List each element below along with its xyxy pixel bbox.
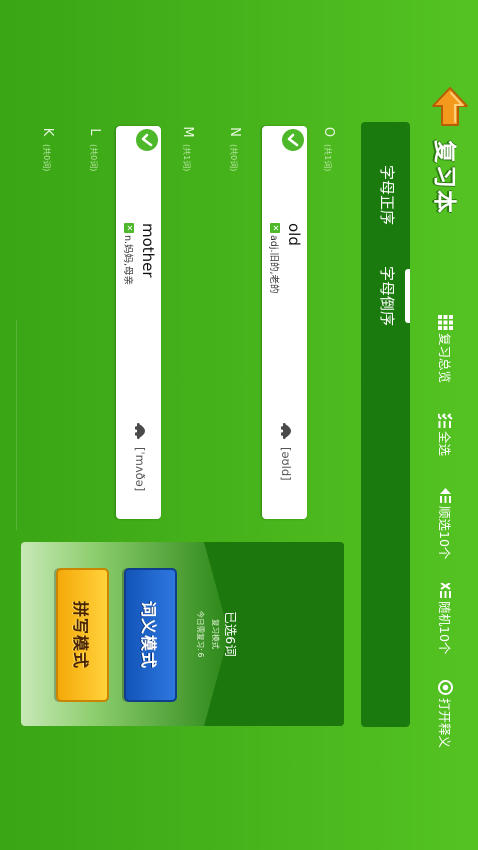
review-book-screen: 复习本 复习总览 全选 顺选10个 随机10个 打开释义 字母正序 字母倒序 O… bbox=[0, 0, 478, 850]
sequence-select-button[interactable]: 顺选10个 bbox=[434, 488, 458, 559]
scrollbar-track[interactable] bbox=[16, 320, 17, 530]
word-text: mother bbox=[139, 223, 157, 278]
mode-subtitle: 复习模式 bbox=[211, 619, 220, 649]
select-all-icon bbox=[438, 413, 454, 428]
check-icon bbox=[287, 133, 299, 147]
word-meaning: ✕ adj.旧的,老的 bbox=[268, 223, 282, 294]
toolbar-label: 顺选10个 bbox=[437, 506, 453, 560]
letter-label: K bbox=[40, 127, 55, 137]
select-all-button[interactable]: 全选 bbox=[434, 413, 458, 456]
phonetic-text: [əʊld] bbox=[279, 447, 293, 481]
phonetic-text: [ˈmʌðə] bbox=[133, 447, 147, 492]
letter-group-o[interactable]: O (共1词) bbox=[308, 125, 336, 245]
letter-count: (共0词) bbox=[42, 144, 51, 172]
today-review-label: 今日需复习: bbox=[196, 610, 205, 651]
letter-group-k[interactable]: K (共0词) bbox=[27, 125, 55, 245]
word-checkbox[interactable] bbox=[282, 129, 304, 151]
sort-tabs: 字母正序 字母倒序 bbox=[361, 122, 410, 727]
today-review-count: 6 bbox=[196, 652, 205, 658]
letter-count: (共1词) bbox=[182, 144, 191, 172]
spelling-mode-button[interactable]: 拼写模式 bbox=[56, 568, 109, 702]
letter-count: (共0词) bbox=[229, 144, 238, 172]
word-meaning: ✕ n.妈妈,母亲 bbox=[122, 223, 136, 285]
tab-reverse-alphabetical[interactable]: 字母倒序 bbox=[377, 266, 398, 326]
page-title: 复习本 bbox=[431, 140, 457, 215]
pronunciation-icon[interactable] bbox=[135, 423, 149, 439]
check-icon bbox=[141, 133, 153, 147]
back-arrow-icon bbox=[432, 87, 468, 126]
back-button[interactable] bbox=[427, 84, 473, 130]
random-select-icon bbox=[440, 583, 452, 598]
letter-label: M bbox=[180, 126, 195, 138]
pronunciation-icon[interactable] bbox=[281, 423, 295, 439]
today-review: 今日需复习:6 bbox=[195, 542, 206, 726]
letter-count: (共1词) bbox=[323, 144, 332, 172]
meaning-text: adj.旧的,老的 bbox=[268, 235, 279, 294]
toolbar-label: 随机10个 bbox=[437, 601, 453, 655]
grid-icon bbox=[438, 315, 454, 330]
toolbar-label: 全选 bbox=[437, 431, 453, 457]
meaning-tag-icon: ✕ bbox=[124, 223, 134, 233]
meaning-tag-icon: ✕ bbox=[270, 223, 280, 233]
word-card[interactable]: old ✕ adj.旧的,老的 [əʊld] bbox=[262, 126, 307, 519]
toolbar-label: 复习总览 bbox=[437, 333, 453, 384]
word-card[interactable]: mother ✕ n.妈妈,母亲 [ˈmʌðə] bbox=[116, 126, 161, 519]
toolbar-label: 打开释义 bbox=[437, 698, 453, 749]
letter-label: N bbox=[227, 127, 242, 137]
selected-count: 已选6词 bbox=[223, 611, 238, 657]
letter-group-n[interactable]: N (共0词) bbox=[214, 125, 242, 245]
tab-alphabetical[interactable]: 字母正序 bbox=[377, 165, 398, 225]
sequence-select-icon bbox=[440, 488, 452, 503]
meaning-mode-button[interactable]: 词义模式 bbox=[124, 568, 177, 702]
letter-group-m[interactable]: M (共1词) bbox=[167, 125, 195, 245]
review-mode-panel: 已选6词 复习模式 今日需复习:6 词义模式 拼写模式 bbox=[21, 542, 344, 726]
letter-label: L bbox=[87, 128, 102, 136]
eye-icon bbox=[438, 680, 454, 695]
review-overview-button[interactable]: 复习总览 bbox=[434, 315, 458, 383]
random-select-button[interactable]: 随机10个 bbox=[434, 583, 458, 654]
letter-group-l[interactable]: L (共0词) bbox=[74, 125, 102, 245]
active-tab-indicator bbox=[405, 269, 410, 323]
letter-count: (共0词) bbox=[89, 144, 98, 172]
word-checkbox[interactable] bbox=[136, 129, 158, 151]
letter-label: O bbox=[321, 126, 336, 138]
show-meaning-button[interactable]: 打开释义 bbox=[434, 680, 458, 748]
word-text: old bbox=[285, 223, 303, 246]
meaning-text: n.妈妈,母亲 bbox=[122, 235, 133, 286]
